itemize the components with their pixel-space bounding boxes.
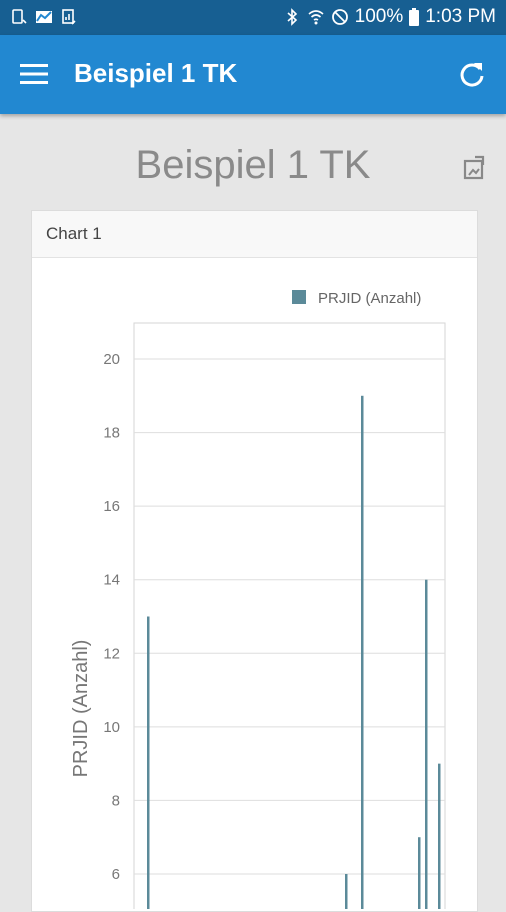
clock: 1:03 PM	[425, 6, 496, 27]
menu-icon[interactable]	[20, 63, 48, 85]
app-bar: Beispiel 1 TK	[0, 35, 506, 114]
bar[interactable]	[425, 579, 428, 909]
wifi-icon	[308, 10, 324, 25]
notification-icons	[10, 8, 78, 26]
y-tick-label: 18	[103, 425, 120, 442]
y-tick-label: 20	[103, 351, 120, 368]
bar[interactable]	[361, 395, 364, 909]
system-status: 100% 1:03 PM	[283, 6, 496, 28]
refresh-icon[interactable]	[458, 60, 486, 88]
do-not-disturb-icon	[331, 9, 348, 25]
battery-icon	[409, 8, 420, 26]
y-tick-label: 12	[103, 645, 120, 662]
y-tick-label: 10	[103, 719, 120, 736]
y-tick-label: 14	[103, 572, 120, 589]
app-title: Beispiel 1 TK	[74, 58, 238, 88]
y-axis-label: PRJID (Anzahl)	[70, 640, 92, 778]
plot-area-border	[133, 322, 446, 909]
bar[interactable]	[345, 874, 348, 909]
y-tick-label: 16	[103, 498, 120, 515]
card-title: Chart 1	[32, 211, 477, 258]
legend-label: PRJID (Anzahl)	[318, 290, 421, 307]
y-tick-label: 8	[112, 792, 120, 809]
bar[interactable]	[147, 616, 150, 910]
document-stats-icon	[62, 9, 76, 25]
bar[interactable]	[438, 763, 441, 909]
chart: 6 8 10 12 14 16 18 20 PRJID (Anzahl) PRJID (Anzah…	[70, 290, 446, 910]
battery-percentage: 100%	[354, 6, 404, 27]
chart-card: Chart 1 6 8 10 12 14 16 18 20 PRJID (Anzahl) PRJI…	[31, 210, 478, 912]
page-title: Beispiel 1 TK	[135, 143, 371, 187]
export-image-icon[interactable]	[461, 155, 487, 183]
status-bar: 100% 1:03 PM	[0, 0, 506, 35]
y-tick-label: 6	[112, 866, 120, 883]
chart-app-icon	[36, 11, 52, 23]
legend-swatch	[292, 290, 306, 304]
bar[interactable]	[418, 837, 421, 909]
tablet-icon	[12, 9, 27, 24]
bluetooth-icon	[287, 8, 297, 26]
